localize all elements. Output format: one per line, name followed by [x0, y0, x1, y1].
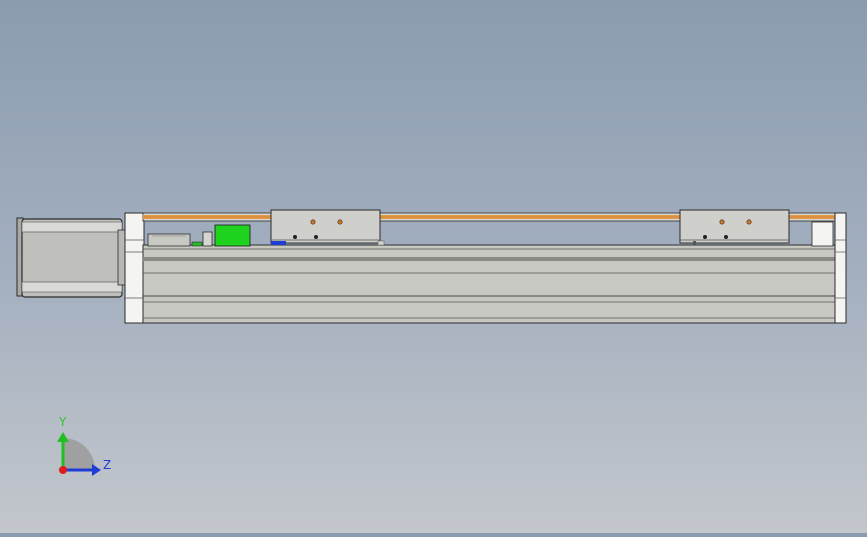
cad-viewport[interactable]: Y Z [0, 0, 867, 533]
cad-canvas[interactable]: Y Z [0, 0, 867, 533]
aluminum-profile-base[interactable] [142, 244, 837, 324]
slide-carriage-right[interactable] [679, 209, 790, 245]
motor-mount-block[interactable] [124, 212, 145, 324]
limit-sensor[interactable] [214, 224, 251, 247]
coordinate-triad[interactable]: Y Z [57, 415, 111, 476]
triad-plane-wedge [63, 438, 95, 470]
y-axis-label: Y [58, 415, 67, 429]
z-axis-label: Z [103, 458, 111, 472]
x-axis-origin [59, 466, 67, 474]
slide-carriage-left[interactable] [270, 209, 385, 246]
z-axis-arrowhead [92, 464, 101, 476]
y-axis-arrowhead [57, 432, 69, 442]
connector-block[interactable] [147, 231, 213, 247]
stepper-motor[interactable] [16, 217, 127, 298]
